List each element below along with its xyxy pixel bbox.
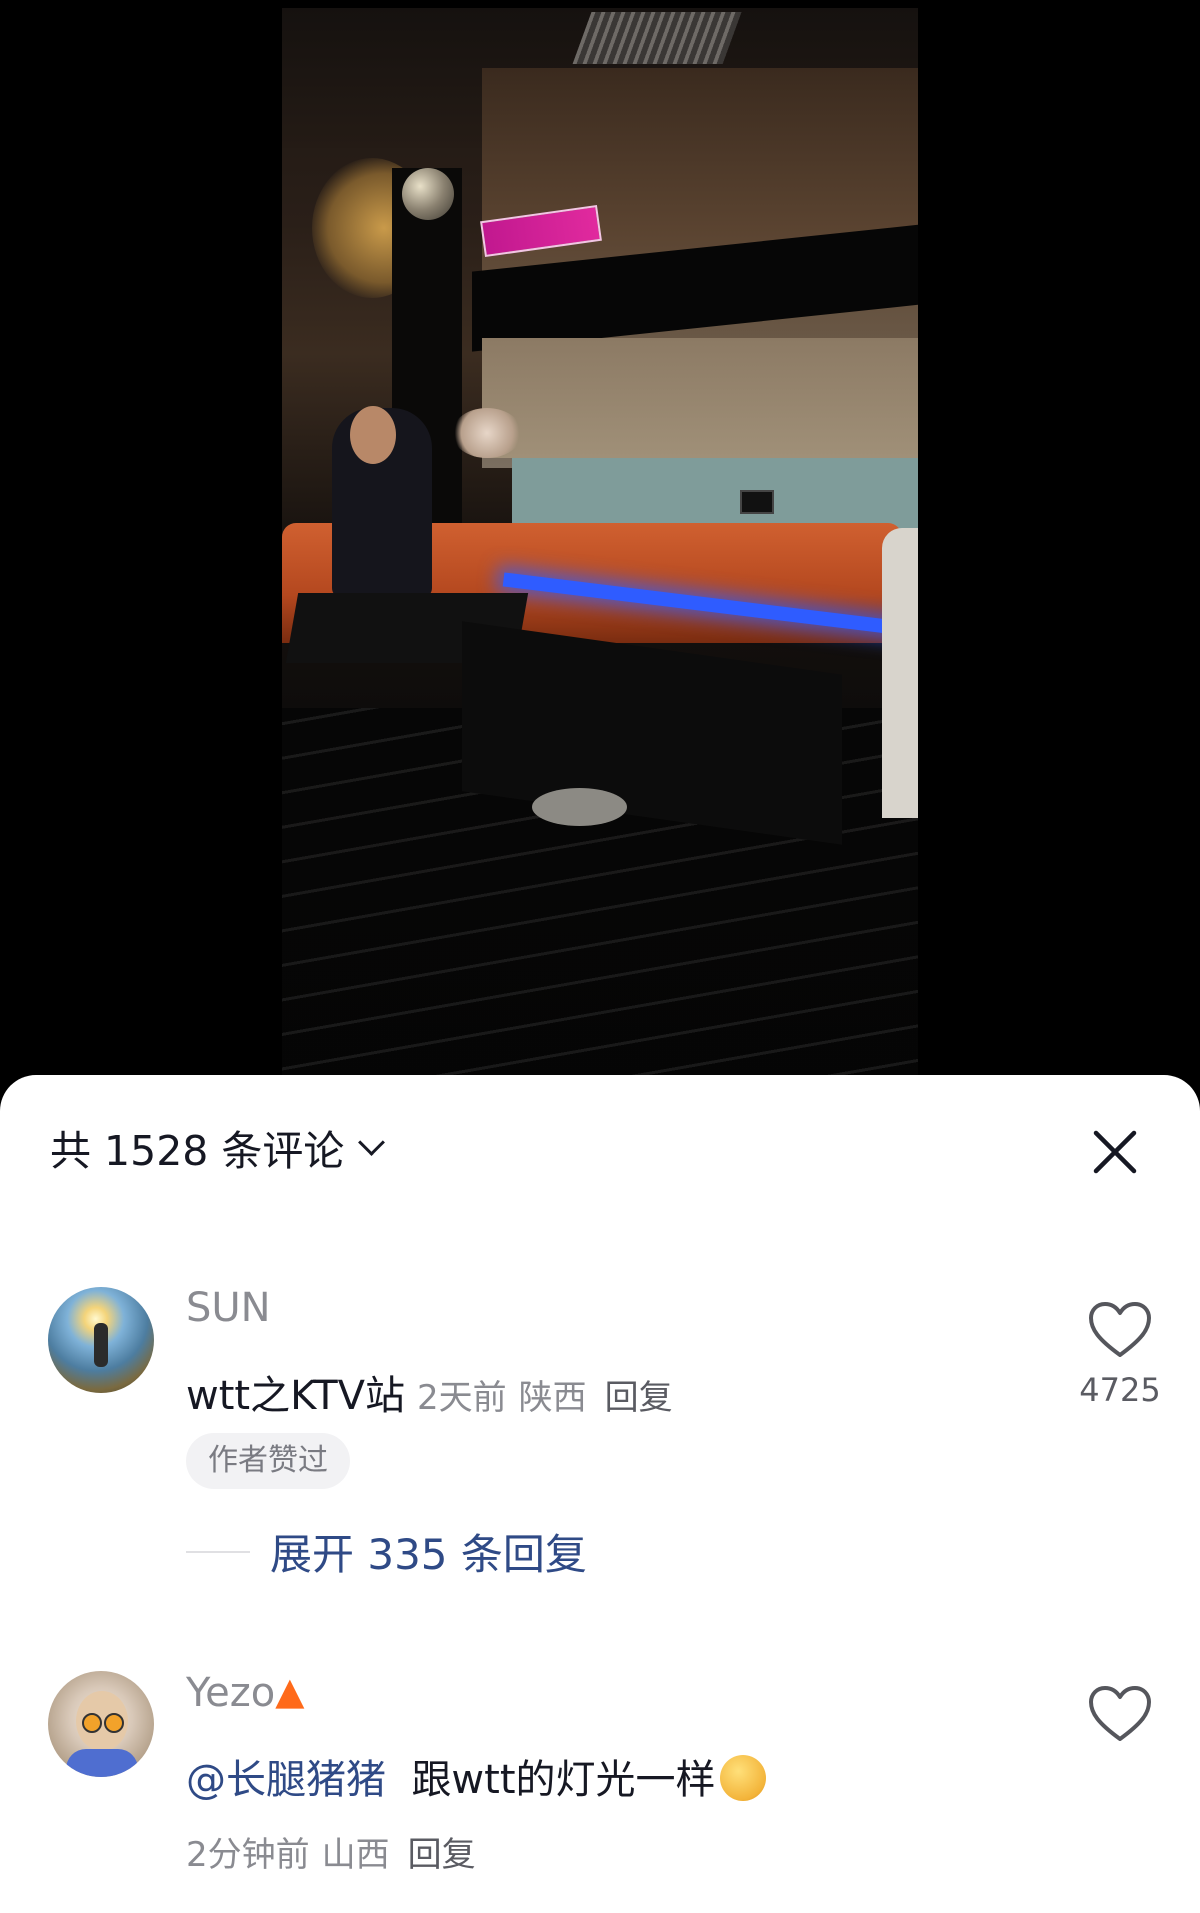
avatar-shirt [66,1749,138,1777]
comment-username[interactable]: Yezo▲ [186,1669,304,1716]
like-count: 4725 [1079,1371,1161,1409]
avatar-glasses-left [82,1713,102,1733]
expand-replies-button[interactable]: 展开 335 条回复 [186,1521,587,1582]
video-scene-vent [572,12,742,64]
heart-outline-icon[interactable] [1088,1685,1152,1743]
chevron-down-icon[interactable] [358,1128,386,1156]
video-frame[interactable] [282,8,918,1088]
avatar-glasses-right [104,1713,124,1733]
comment-location: 陕西 [518,1378,587,1418]
video-player[interactable] [0,0,1200,1090]
comment-meta-row: 2分钟前 山西 回复 [186,1827,476,1876]
close-icon[interactable] [1090,1127,1140,1177]
comment-body[interactable]: wtt之KTV站 2天前 陕西 回复 [186,1363,673,1421]
fire-emoji-icon: ▲ [275,1669,305,1713]
comment-count-label: 共 1528 条评论 [50,1127,345,1175]
video-scene-flowers [452,408,522,458]
comment-body[interactable]: @长腿猪猪 跟wtt的灯光一样 [186,1747,766,1805]
avatar[interactable] [48,1671,154,1777]
video-scene-control-screen [740,490,774,514]
video-scene-person-edge [882,528,918,818]
reply-button[interactable]: 回复 [408,1835,476,1875]
comment-text: wtt之KTV站 [186,1373,406,1419]
comment-username-text: Yezo [186,1670,276,1716]
comments-header[interactable]: 共 1528 条评论 [50,1117,386,1177]
comment-location: 山西 [321,1835,390,1875]
comments-sheet: 共 1528 条评论 SUN wtt之KTV站 2天前 陕西 回复 作者赞过 4725… [0,1075,1200,1913]
comment-text: 跟wtt的灯光一样 [411,1757,716,1803]
expand-replies-label: 展开 335 条回复 [270,1530,587,1579]
reply-button[interactable]: 回复 [605,1378,673,1418]
mention-link[interactable]: @长腿猪猪 [186,1757,386,1803]
comment-time: 2天前 [417,1378,507,1418]
video-scene-person-head [350,406,396,464]
comment-username[interactable]: SUN [186,1285,271,1331]
avatar[interactable] [48,1287,154,1393]
avatar-figure [94,1323,108,1367]
smiling-face-emoji-icon [719,1755,766,1801]
author-liked-badge: 作者赞过 [186,1433,350,1489]
video-scene-stool [532,788,627,826]
video-scene-panel [482,338,918,458]
heart-outline-icon[interactable] [1088,1301,1152,1359]
expand-divider [186,1550,250,1553]
comment-time: 2分钟前 [186,1835,310,1875]
video-scene-disco-ball [402,168,454,220]
